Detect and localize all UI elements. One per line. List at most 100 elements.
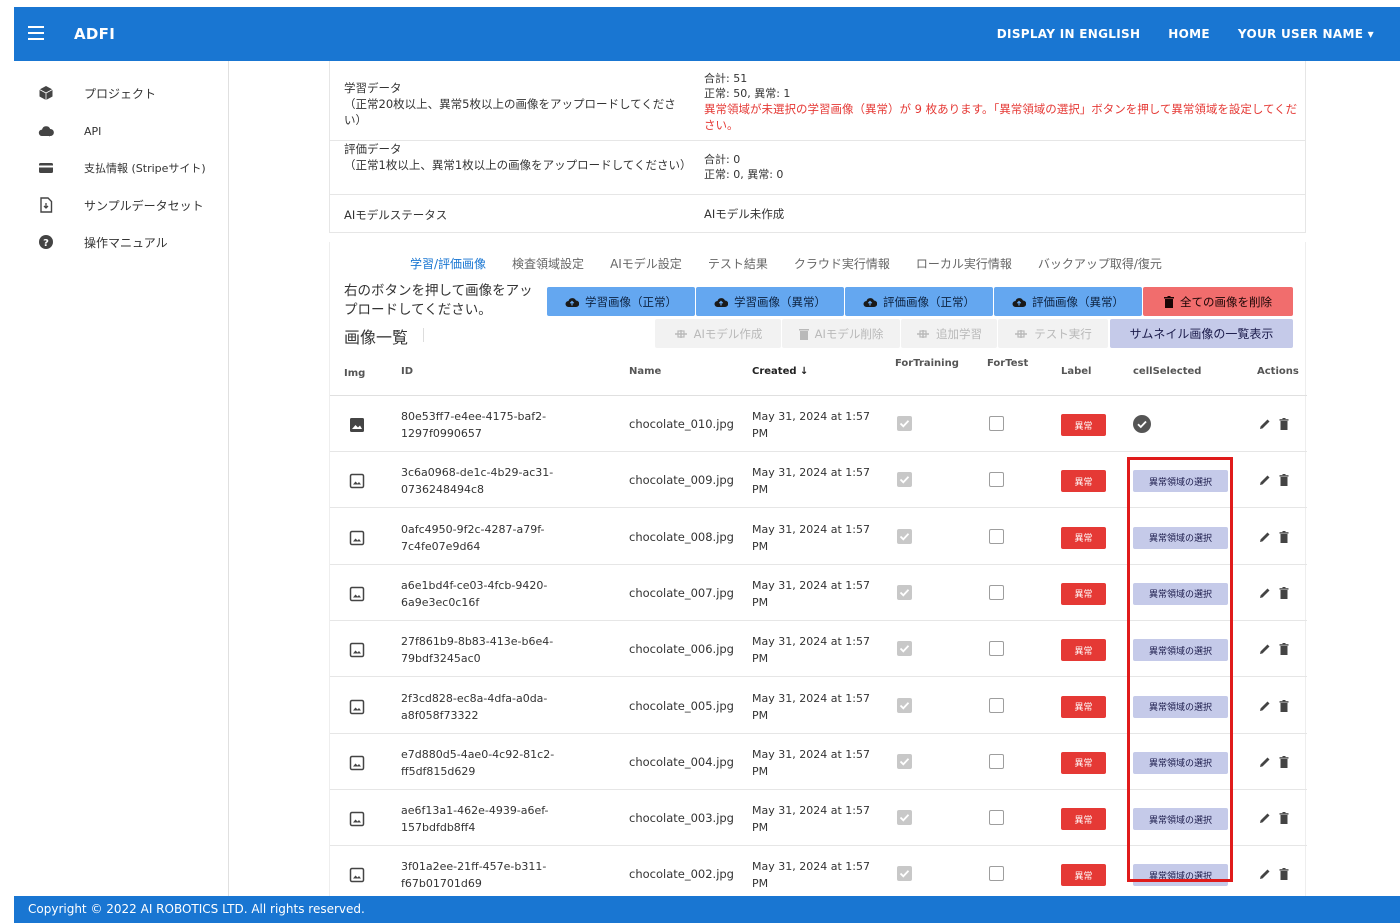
tab-model-settings[interactable]: AIモデル設定 [610, 255, 682, 272]
upload-train-abnormal-button[interactable]: 学習画像（異常） [696, 287, 844, 316]
sidebar-item-project[interactable]: プロジェクト [14, 80, 228, 106]
for-training-checkbox[interactable] [897, 866, 912, 882]
for-test-checkbox[interactable] [989, 472, 1004, 488]
tab-cloud-run-info[interactable]: クラウド実行情報 [794, 255, 890, 272]
for-test-checkbox[interactable] [989, 810, 1004, 826]
select-abnormal-area-button[interactable]: 異常領域の選択 [1133, 470, 1228, 493]
tab-local-run-info[interactable]: ローカル実行情報 [916, 255, 1012, 272]
delete-icon[interactable] [1279, 418, 1289, 430]
sidebar-item-api[interactable]: API [14, 118, 228, 144]
select-abnormal-area-button[interactable]: 異常領域の選択 [1133, 751, 1228, 774]
select-abnormal-area-button[interactable]: 異常領域の選択 [1133, 526, 1228, 549]
for-test-checkbox[interactable] [989, 753, 1004, 769]
delete-icon[interactable] [1279, 699, 1289, 712]
image-icon[interactable] [349, 642, 365, 658]
delete-icon[interactable] [1279, 474, 1289, 487]
for-training-checkbox[interactable] [897, 584, 912, 600]
delete-icon[interactable] [1279, 643, 1289, 656]
column-cell-selected[interactable]: cellSelected [1133, 366, 1201, 377]
display-in-english-link[interactable]: DISPLAY IN ENGLISH [997, 27, 1141, 41]
edit-icon[interactable] [1259, 868, 1271, 880]
select-abnormal-area-button[interactable]: 異常領域の選択 [1133, 864, 1228, 887]
delete-icon[interactable] [1279, 812, 1289, 825]
delete-model-button[interactable]: AIモデル削除 [782, 319, 900, 348]
hub-icon [1015, 329, 1028, 338]
column-for-test[interactable]: ForTest [987, 358, 1028, 369]
tab-backup-restore[interactable]: バックアップ取得/復元 [1038, 255, 1162, 272]
for-training-checkbox[interactable] [897, 697, 912, 713]
image-icon[interactable] [349, 530, 365, 546]
column-created[interactable]: Created ↓ [752, 366, 808, 377]
sidebar-item-sample-dataset[interactable]: サンプルデータセット [14, 192, 228, 218]
home-link[interactable]: HOME [1168, 27, 1210, 41]
select-abnormal-area-button[interactable]: 異常領域の選択 [1133, 639, 1228, 662]
delete-icon[interactable] [1279, 530, 1289, 543]
check-icon [899, 757, 910, 766]
select-abnormal-area-button[interactable]: 異常領域の選択 [1133, 695, 1228, 718]
sidebar-item-label: API [84, 124, 102, 138]
for-test-checkbox[interactable] [989, 697, 1004, 713]
image-icon[interactable] [349, 473, 365, 489]
tab-train-eval-images[interactable]: 学習/評価画像 [410, 255, 486, 272]
for-test-checkbox[interactable] [989, 584, 1004, 600]
upload-instructions: 右のボタンを押して画像をアップロードしてください。 [344, 283, 533, 318]
thumbnail-list-button[interactable]: サムネイル画像の一覧表示 [1110, 319, 1293, 348]
for-training-checkbox[interactable] [897, 472, 912, 488]
for-test-checkbox[interactable] [989, 866, 1004, 882]
select-abnormal-area-button[interactable]: 異常領域の選択 [1133, 808, 1228, 831]
create-model-button[interactable]: AIモデル作成 [655, 319, 781, 348]
column-id[interactable]: ID [401, 366, 413, 377]
sidebar-item-manual[interactable]: ? 操作マニュアル [14, 229, 228, 255]
menu-icon[interactable] [28, 22, 50, 46]
for-training-checkbox[interactable] [897, 810, 912, 826]
image-icon[interactable] [349, 755, 365, 771]
run-test-button[interactable]: テスト実行 [998, 319, 1108, 348]
select-abnormal-area-button[interactable]: 異常領域の選択 [1133, 582, 1228, 605]
sidebar-item-label: 操作マニュアル [84, 235, 168, 250]
edit-icon[interactable] [1259, 531, 1271, 543]
upload-eval-normal-button[interactable]: 評価画像（正常） [845, 287, 993, 316]
image-icon[interactable] [349, 811, 365, 827]
image-icon[interactable] [349, 699, 365, 715]
upload-train-normal-button[interactable]: 学習画像（正常） [547, 287, 695, 316]
button-label: 評価画像（異常） [1032, 294, 1124, 309]
edit-icon[interactable] [1259, 756, 1271, 768]
edit-icon[interactable] [1259, 643, 1271, 655]
delete-icon[interactable] [1279, 868, 1289, 881]
column-name[interactable]: Name [629, 366, 661, 377]
additional-training-button[interactable]: 追加学習 [901, 319, 997, 348]
edit-icon[interactable] [1259, 418, 1271, 430]
image-icon[interactable] [349, 586, 365, 602]
edit-icon[interactable] [1259, 812, 1271, 824]
for-training-checkbox[interactable] [897, 753, 912, 769]
tab-inspection-area[interactable]: 検査領域設定 [512, 255, 584, 272]
edit-icon[interactable] [1259, 474, 1271, 486]
column-label[interactable]: Label [1061, 366, 1092, 377]
row-created: May 31, 2024 at 1:57 PM [752, 635, 870, 666]
column-for-training[interactable]: ForTraining [895, 358, 959, 369]
app-brand[interactable]: ADFI [74, 25, 115, 43]
edit-icon[interactable] [1259, 587, 1271, 599]
row-id: e7d880d5-4ae0-4c92-81c2-ff5df815d629 [401, 747, 555, 778]
image-icon[interactable] [349, 867, 365, 883]
for-test-checkbox[interactable] [989, 641, 1004, 657]
tab-test-results[interactable]: テスト結果 [708, 255, 768, 272]
for-training-checkbox[interactable] [897, 528, 912, 544]
user-menu-button[interactable]: YOUR USER NAME ▾ [1238, 27, 1374, 41]
cloud-check-icon [38, 126, 54, 137]
row-name: chocolate_006.jpg [629, 642, 734, 657]
label-badge: 異常 [1061, 414, 1106, 436]
for-training-checkbox[interactable] [897, 641, 912, 657]
delete-all-images-button[interactable]: 全ての画像を削除 [1143, 287, 1293, 316]
delete-icon[interactable] [1279, 755, 1289, 768]
table-row: a6e1bd4f-ce03-4fcb-9420-6a9e3ec0c16f choc… [330, 565, 1307, 621]
for-training-checkbox[interactable] [897, 416, 912, 431]
delete-icon[interactable] [1279, 586, 1289, 599]
image-icon[interactable] [349, 417, 365, 433]
cloud-upload-icon [863, 297, 877, 307]
edit-icon[interactable] [1259, 700, 1271, 712]
upload-eval-abnormal-button[interactable]: 評価画像（異常） [994, 287, 1142, 316]
sidebar-item-billing[interactable]: 支払情報 (Stripeサイト) [14, 155, 228, 181]
for-test-checkbox[interactable] [989, 528, 1004, 544]
for-test-checkbox[interactable] [989, 416, 1004, 431]
